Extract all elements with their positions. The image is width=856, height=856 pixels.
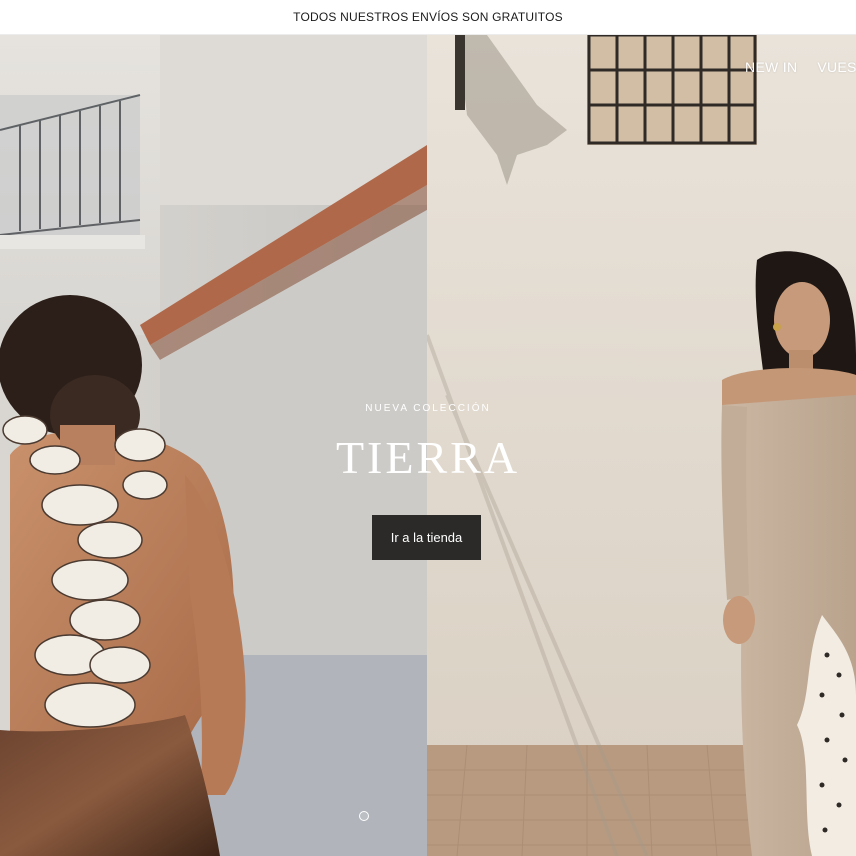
hero-image-right — [427, 35, 856, 856]
nav-item-new-in[interactable]: NEW IN — [745, 59, 797, 75]
announcement-bar: TODOS NUESTROS ENVÍOS SON GRATUITOS — [0, 0, 856, 35]
slide-dot[interactable] — [359, 811, 369, 821]
announcement-text: TODOS NUESTROS ENVÍOS SON GRATUITOS — [293, 10, 563, 24]
hero-image-left — [0, 35, 427, 856]
shop-button[interactable]: Ir a la tienda — [372, 515, 481, 560]
nav-item-vuestra[interactable]: VUEST — [817, 59, 856, 75]
hero-banner: NEW IN VUEST NUEVA COLECCIÓN TIERRA Ir a… — [0, 35, 856, 856]
slideshow-pagination — [359, 811, 369, 821]
main-nav: NEW IN VUEST — [745, 59, 856, 75]
